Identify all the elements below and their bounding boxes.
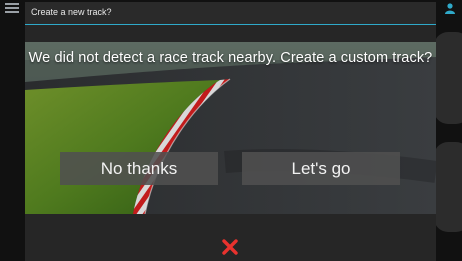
dialog-header: Create a new track? <box>25 2 436 25</box>
no-thanks-button[interactable]: No thanks <box>60 152 218 185</box>
user-icon[interactable] <box>444 2 456 14</box>
dialog-message: We did not detect a race track nearby. C… <box>28 50 433 66</box>
dialog-title: Create a new track? <box>31 7 112 17</box>
race-track-image <box>25 42 436 214</box>
hamburger-menu-icon[interactable] <box>5 3 19 13</box>
side-panel-bottom <box>434 142 462 232</box>
close-icon[interactable] <box>221 238 239 256</box>
dialog-body: We did not detect a race track nearby. C… <box>25 42 436 214</box>
lets-go-button[interactable]: Let's go <box>242 152 400 185</box>
side-panel-top <box>434 32 462 124</box>
create-track-dialog: Create a new track? We did not detect a … <box>25 2 436 261</box>
dialog-footer <box>25 214 436 261</box>
